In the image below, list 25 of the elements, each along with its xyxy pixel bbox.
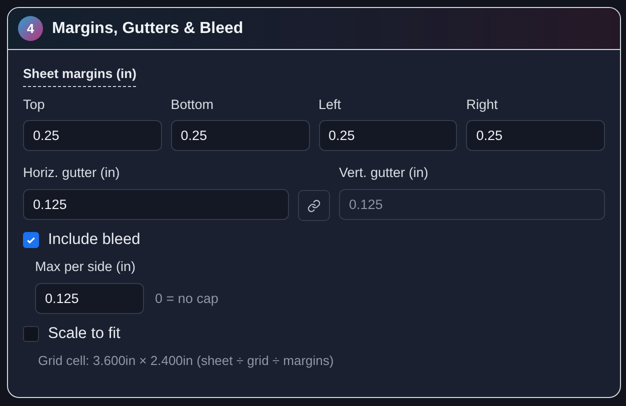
link-button[interactable] [298, 190, 330, 221]
checkbox-label: Include bleed [48, 231, 140, 249]
margin-input[interactable]: 0.25 [466, 120, 605, 151]
checkbox[interactable] [23, 232, 39, 248]
step-badge: 4 [18, 16, 43, 41]
hint-text: 0 = no cap [155, 291, 218, 306]
margin-input[interactable]: 0.25 [170, 120, 310, 151]
bleed-input[interactable]: 0.125 [35, 283, 144, 314]
field-label: Bottom [170, 97, 215, 112]
field-label: Top [23, 97, 46, 112]
field-label: Max per side (in) [35, 259, 137, 274]
check-icon [26, 235, 36, 245]
margin-input[interactable]: 0.25 [23, 120, 162, 151]
card-title: Margins, Gutters & Bleed [52, 20, 244, 38]
grid-cell-note: Grid cell: 3.600in × 2.400in (sheet ÷ grid ÷ margins) [38, 353, 335, 368]
field-label: Vert. gutter (in) [339, 165, 430, 180]
field-label: Right [466, 97, 499, 112]
checkbox-label: Scale to fit [48, 325, 120, 343]
checkbox[interactable] [23, 326, 39, 342]
field-label: Left [318, 97, 342, 112]
link-icon [307, 198, 321, 212]
margin-input[interactable]: 0.25 [318, 120, 458, 151]
section-heading: Sheet margins (in) [23, 66, 136, 87]
field-label: Horiz. gutter (in) [23, 165, 121, 180]
gutter-input[interactable]: 0.125 [23, 189, 289, 220]
